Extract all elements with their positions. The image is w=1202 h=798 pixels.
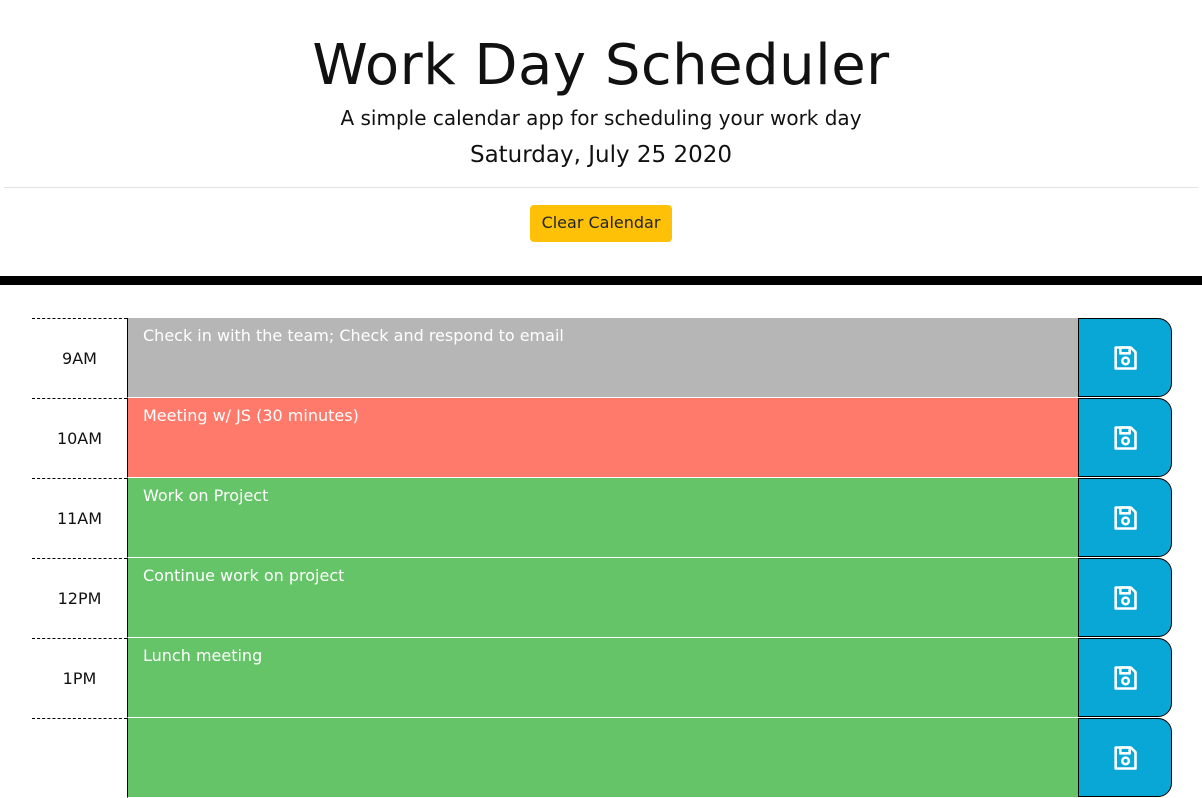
save-icon (1114, 665, 1137, 690)
event-description[interactable]: Continue work on project (127, 558, 1078, 638)
header-divider (4, 187, 1198, 188)
time-block-11am: 11AM Work on Project (32, 478, 1172, 558)
hour-label (32, 718, 127, 798)
schedule: 9AM Check in with the team; Check and re… (32, 318, 1172, 798)
hour-label: 11AM (32, 478, 127, 558)
event-description[interactable]: Lunch meeting (127, 638, 1078, 718)
save-icon (1114, 345, 1137, 370)
header: Work Day Scheduler A simple calendar app… (0, 0, 1202, 188)
event-description[interactable]: Meeting w/ JS (30 minutes) (127, 398, 1078, 478)
save-button[interactable] (1078, 718, 1172, 797)
time-block-10am: 10AM Meeting w/ JS (30 minutes) (32, 398, 1172, 478)
event-description[interactable] (127, 718, 1078, 798)
page-subtitle: A simple calendar app for scheduling you… (340, 106, 862, 130)
event-description[interactable]: Work on Project (127, 478, 1078, 558)
section-divider (0, 276, 1202, 285)
time-block-1pm: 1PM Lunch meeting (32, 638, 1172, 718)
time-block-9am: 9AM Check in with the team; Check and re… (32, 318, 1172, 398)
save-icon (1114, 585, 1137, 610)
save-button[interactable] (1078, 398, 1172, 477)
time-block-12pm: 12PM Continue work on project (32, 558, 1172, 638)
save-button[interactable] (1078, 478, 1172, 557)
hour-label: 1PM (32, 638, 127, 718)
hour-label: 10AM (32, 398, 127, 478)
hour-label: 12PM (32, 558, 127, 638)
event-description[interactable]: Check in with the team; Check and respon… (127, 318, 1078, 398)
save-button[interactable] (1078, 558, 1172, 637)
save-icon (1114, 425, 1137, 450)
clear-calendar-button[interactable]: Clear Calendar (529, 205, 673, 242)
save-button[interactable] (1078, 638, 1172, 717)
clear-container: Clear Calendar (0, 188, 1202, 258)
save-button[interactable] (1078, 318, 1172, 397)
hour-label: 9AM (32, 318, 127, 398)
current-date: Saturday, July 25 2020 (469, 142, 733, 168)
time-block-partial (32, 718, 1172, 798)
save-icon (1114, 505, 1137, 530)
save-icon (1114, 745, 1137, 770)
page-title: Work Day Scheduler (312, 33, 890, 98)
